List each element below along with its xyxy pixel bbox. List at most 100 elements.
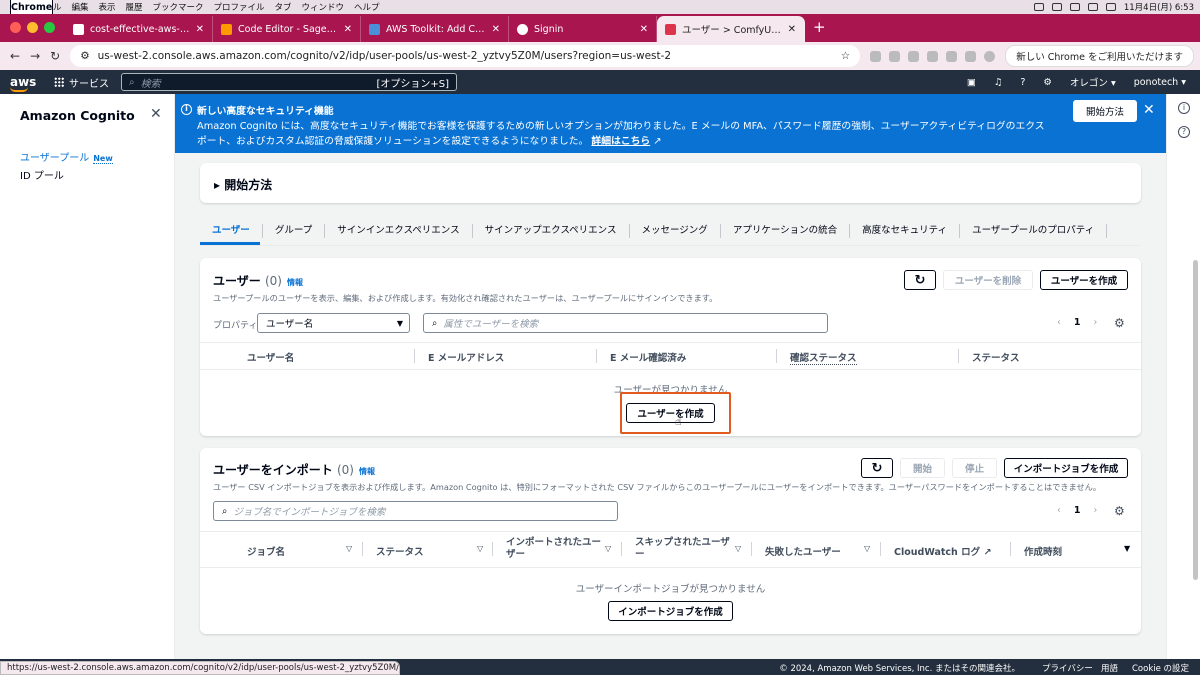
close-tab-icon[interactable]: ✕ (196, 24, 204, 35)
column-header-imported-users[interactable]: インポートされたユーザー (506, 537, 602, 561)
column-header-job-name[interactable]: ジョブ名 (247, 544, 285, 558)
import-info-link[interactable]: 情報 (359, 467, 375, 476)
column-header-username[interactable]: ユーザー名 (247, 350, 294, 364)
sort-icon[interactable]: ▽ (346, 544, 352, 553)
close-tab-icon[interactable]: ✕ (788, 24, 796, 35)
bookmark-star-icon[interactable]: ☆ (841, 50, 850, 62)
menu-window[interactable]: ウィンドウ (302, 1, 345, 13)
extension-icon[interactable] (889, 50, 901, 62)
prev-page-icon[interactable]: ‹ (1057, 505, 1061, 516)
reload-icon[interactable]: ↻ (50, 49, 60, 63)
minimize-window-button[interactable] (27, 22, 38, 33)
close-window-button[interactable] (10, 22, 21, 33)
next-page-icon[interactable]: › (1093, 317, 1097, 328)
url-field[interactable]: ⚙ us-west-2.console.aws.amazon.com/cogni… (70, 45, 861, 67)
info-panel-icon[interactable]: i (1178, 102, 1190, 114)
terms-link[interactable]: 用語 (1101, 662, 1118, 674)
sidebar-item-user-pools[interactable]: ユーザープール New (20, 149, 113, 164)
menu-help[interactable]: ヘルプ (354, 1, 380, 13)
property-select[interactable]: ユーザー名 ▼ (257, 313, 410, 333)
browser-tab[interactable]: Signin ✕ (509, 16, 657, 42)
menu-history[interactable]: 履歴 (125, 1, 142, 13)
extension-icon[interactable] (870, 50, 882, 62)
tab-users[interactable]: ユーザー (200, 223, 263, 238)
extension-icon[interactable] (908, 50, 920, 62)
tab-messaging[interactable]: メッセージング (630, 223, 721, 238)
get-started-button[interactable]: 開始方法 (1073, 100, 1138, 122)
extension-icon[interactable] (927, 50, 939, 62)
stop-import-button[interactable]: 停止 (952, 458, 997, 478)
profile-avatar[interactable] (984, 50, 996, 62)
menu-tab[interactable]: タブ (275, 1, 292, 13)
refresh-users-button[interactable]: ↻ (904, 270, 936, 290)
tab-sign-in-experience[interactable]: サインインエクスペリエンス (325, 223, 473, 238)
cloudshell-icon[interactable]: ▣ (967, 77, 976, 88)
back-icon[interactable]: ← (10, 49, 20, 63)
tab-groups[interactable]: グループ (263, 223, 326, 238)
column-header-cloudwatch-logs[interactable]: CloudWatch ログ ↗ (894, 544, 991, 558)
close-tab-icon[interactable]: ✕ (640, 24, 648, 35)
create-import-job-button[interactable]: インポートジョブを作成 (1004, 458, 1128, 478)
browser-tab[interactable]: Code Editor - SageMaker Stu✕ (213, 16, 361, 42)
column-header-status[interactable]: ステータス (972, 350, 1020, 364)
tab-app-integration[interactable]: アプリケーションの統合 (721, 223, 851, 238)
menu-view[interactable]: 表示 (98, 1, 115, 13)
column-header-skipped-users[interactable]: スキップされたユーザー (635, 537, 731, 561)
console-search-input[interactable]: ⌕ 検索 [オプション+S] (121, 73, 457, 91)
start-import-button[interactable]: 開始 (900, 458, 945, 478)
sidebar-title[interactable]: Amazon Cognito (20, 108, 135, 123)
menu-profiles[interactable]: プロファイル (214, 1, 265, 13)
page-number[interactable]: 1 (1074, 505, 1081, 516)
column-header-created-time[interactable]: 作成時刻 (1024, 544, 1062, 558)
sort-icon[interactable]: ▽ (605, 544, 611, 553)
sort-icon[interactable]: ▽ (864, 544, 870, 553)
site-info-icon[interactable]: ⚙ (80, 50, 89, 62)
clock[interactable]: 11月4日(月) 6:53 (1124, 1, 1194, 13)
browser-tab[interactable]: AWS Toolkit: Add Connection✕ (361, 16, 509, 42)
delete-user-button[interactable]: ユーザーを削除 (943, 270, 1033, 290)
cookie-preferences-link[interactable]: Cookie の設定 (1132, 662, 1189, 674)
learn-more-link[interactable]: 詳細はこちら (591, 136, 650, 147)
sort-icon[interactable]: ▽ (735, 544, 741, 553)
empty-create-import-job-button[interactable]: インポートジョブを作成 (608, 601, 733, 621)
forward-icon[interactable]: → (30, 49, 40, 63)
region-selector[interactable]: オレゴン ▾ (1070, 75, 1116, 89)
tab-advanced-security[interactable]: 高度なセキュリティ (850, 223, 961, 238)
column-header-email[interactable]: E メールアドレス (428, 350, 504, 364)
menu-edit[interactable]: 編集 (71, 1, 88, 13)
extensions-puzzle-icon[interactable] (946, 50, 958, 62)
getting-started-expander[interactable]: ▸ 開始方法 (200, 163, 1141, 203)
update-chrome-button[interactable]: 新しい Chrome をご利用いただけます (1005, 45, 1194, 67)
table-preferences-gear-icon[interactable]: ⚙ (1114, 504, 1125, 518)
services-grid-icon[interactable] (54, 77, 64, 87)
privacy-link[interactable]: プライバシー (1042, 662, 1093, 674)
column-header-confirmation-status[interactable]: 確認ステータス (790, 350, 857, 365)
sort-icon[interactable]: ▽ (477, 544, 483, 553)
zoom-window-button[interactable] (44, 22, 55, 33)
column-header-status[interactable]: ステータス (376, 544, 424, 558)
create-user-button[interactable]: ユーザーを作成 (1040, 270, 1128, 290)
settings-gear-icon[interactable]: ⚙ (1043, 77, 1052, 88)
dismiss-flash-icon[interactable]: ✕ (1143, 102, 1155, 118)
close-sidebar-icon[interactable]: ✕ (150, 106, 162, 122)
users-search-input[interactable]: ⌕ 属性でユーザーを検索 (423, 313, 828, 333)
sort-descending-icon[interactable]: ▼ (1124, 544, 1130, 553)
close-tab-icon[interactable]: ✕ (344, 24, 352, 35)
status-icon[interactable] (1051, 3, 1062, 11)
services-menu[interactable]: サービス (69, 75, 109, 90)
users-info-link[interactable]: 情報 (287, 278, 303, 287)
next-page-icon[interactable]: › (1093, 505, 1097, 516)
tab-user-pool-properties[interactable]: ユーザープールのプロパティ (960, 223, 1108, 238)
control-center-icon[interactable] (1105, 3, 1116, 11)
battery-icon[interactable] (1069, 3, 1080, 11)
page-number[interactable]: 1 (1074, 317, 1081, 328)
column-header-failed-users[interactable]: 失敗したユーザー (765, 544, 841, 558)
help-panel-icon[interactable]: ? (1178, 126, 1190, 138)
aws-logo[interactable]: aws (10, 75, 42, 92)
wifi-icon[interactable] (1087, 3, 1098, 11)
menu-bookmarks[interactable]: ブックマーク (152, 1, 203, 13)
sidebar-item-identity-pools[interactable]: ID プール (20, 167, 64, 182)
import-search-input[interactable]: ⌕ ジョブ名でインポートジョブを検索 (213, 501, 618, 521)
new-tab-button[interactable]: + (805, 18, 834, 42)
close-tab-icon[interactable]: ✕ (492, 24, 500, 35)
